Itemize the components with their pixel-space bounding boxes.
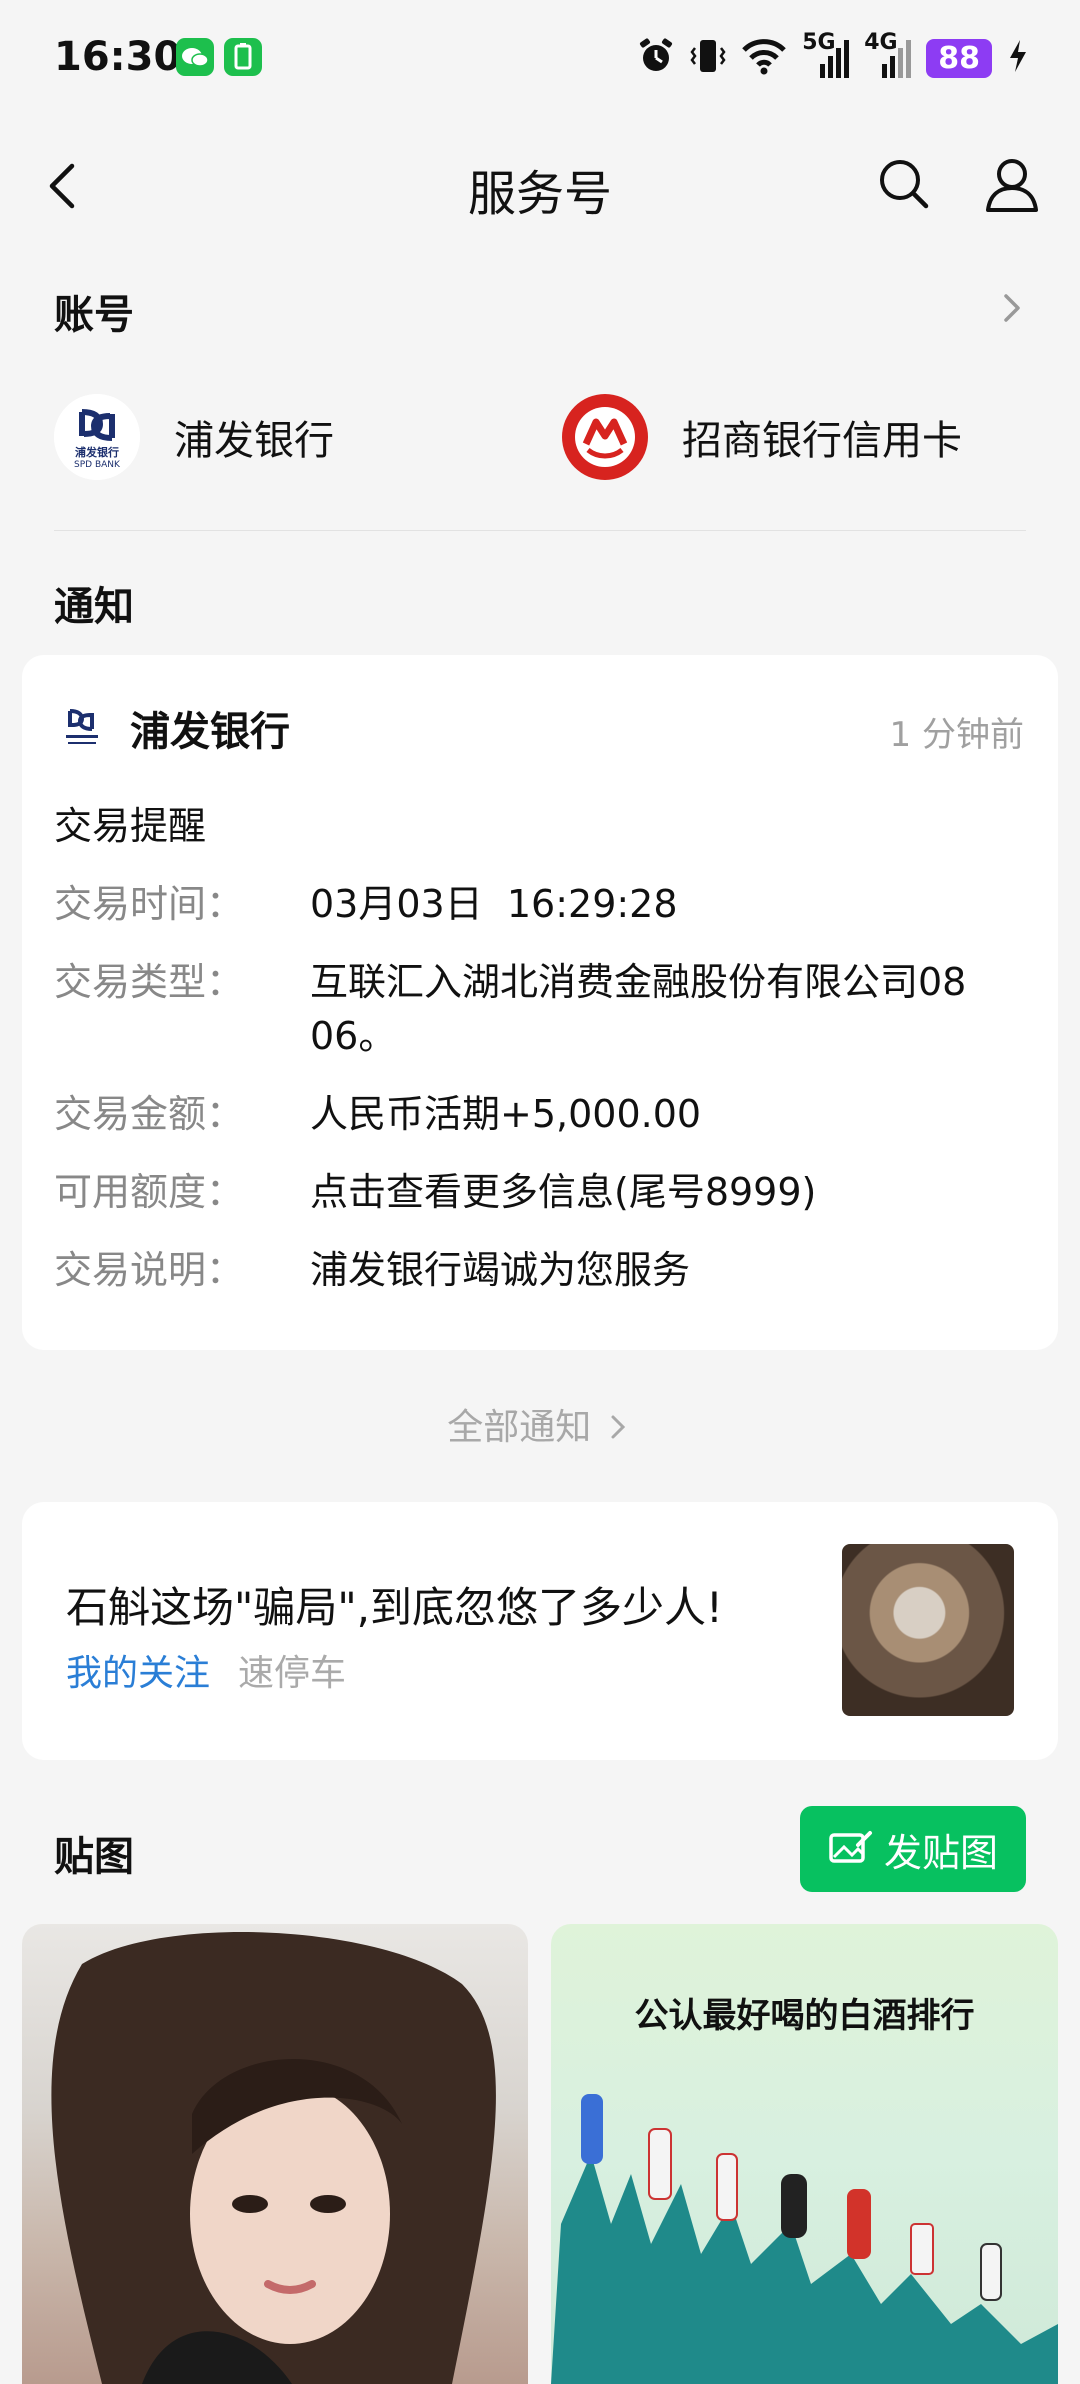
- wifi-icon: [740, 36, 788, 80]
- sticker-tile-photo[interactable]: [22, 1924, 528, 2384]
- vibrate-icon: [690, 36, 726, 80]
- wechat-notification-icon: [176, 38, 214, 76]
- all-notices-link[interactable]: 全部通知: [0, 1398, 1080, 1450]
- profile-button[interactable]: [978, 150, 1046, 218]
- notice-row-label: 交易说明：: [54, 1248, 245, 1292]
- article-title: 石斛这场"骗局",到底忽悠了多少人!: [66, 1583, 723, 1632]
- portrait-image: [51, 1931, 496, 2384]
- article-thumbnail: [842, 1544, 1014, 1716]
- account-item-cmb-credit[interactable]: 招商银行信用卡: [562, 392, 962, 482]
- notice-time: 1 分钟前: [889, 715, 1024, 755]
- notices-section-title: 通知: [54, 584, 134, 630]
- notice-row: 交易时间： 03月03日 16:29:28: [54, 877, 1034, 931]
- accounts-more-button[interactable]: [992, 288, 1032, 328]
- spdb-small-logo: [58, 703, 106, 751]
- stickers-section-title: 贴图: [54, 1834, 134, 1880]
- status-time: 16:30: [54, 34, 182, 80]
- signal-4g-icon: 4G: [864, 30, 912, 80]
- charging-icon: [1006, 38, 1030, 78]
- account-name: 浦发银行: [174, 418, 334, 464]
- notice-bank-name: 浦发银行: [130, 709, 290, 755]
- notice-heading: 交易提醒: [54, 804, 207, 848]
- status-bar: 16:30 5G 4G 88: [0, 0, 1080, 120]
- divider: [54, 530, 1026, 531]
- chevron-right-icon: [1004, 294, 1020, 322]
- notice-row-value: 03月03日 16:29:28: [310, 882, 678, 926]
- person-icon: [986, 159, 1038, 212]
- notice-row: 交易金额： 人民币活期+5,000.00: [54, 1087, 1034, 1141]
- search-icon: [880, 160, 929, 209]
- cmb-logo: [562, 394, 648, 480]
- battery-saver-icon: [224, 38, 262, 76]
- article-source: 速停车: [238, 1653, 347, 1694]
- my-follow-tag[interactable]: 我的关注: [66, 1644, 210, 1696]
- notice-row-label: 可用额度：: [54, 1170, 245, 1214]
- notice-row-value: 互联汇入湖北消费金融股份有限公司0806。: [310, 960, 967, 1058]
- accounts-section-title: 账号: [54, 292, 134, 338]
- notice-row: 可用额度： 点击查看更多信息(尾号8999): [54, 1165, 1034, 1219]
- liquor-bottles-illustration: [551, 2094, 1058, 2384]
- notice-row-label: 交易类型：: [54, 960, 245, 1004]
- notice-row-value: 人民币活期+5,000.00: [310, 1092, 702, 1136]
- battery-level: 88: [926, 38, 992, 78]
- post-sticker-button[interactable]: 发贴图: [800, 1806, 1026, 1892]
- notice-row: 交易类型： 互联汇入湖北消费金融股份有限公司0806。: [54, 955, 1034, 1063]
- nav-bar: 服务号: [0, 140, 1080, 230]
- sticker-tile-liquor-ranking[interactable]: 公认最好喝的白酒排行: [551, 1924, 1058, 2384]
- article-card[interactable]: 石斛这场"骗局",到底忽悠了多少人! 我的关注 速停车: [22, 1502, 1058, 1760]
- notice-card[interactable]: 浦发银行 1 分钟前 交易提醒 交易时间： 03月03日 16:29:28 交易…: [22, 655, 1058, 1350]
- notice-row-value: 点击查看更多信息(尾号8999): [310, 1170, 817, 1214]
- notice-row-label: 交易时间：: [54, 882, 245, 926]
- alarm-icon: [636, 36, 676, 80]
- account-item-spdb[interactable]: 浦发银行 SPD BANK 浦发银行: [54, 392, 334, 482]
- notice-row-label: 交易金额：: [54, 1092, 245, 1136]
- search-button[interactable]: [872, 152, 936, 216]
- spdb-logo: 浦发银行 SPD BANK: [54, 394, 140, 480]
- post-sticker-label: 发贴图: [883, 1830, 998, 1875]
- account-name: 招商银行信用卡: [682, 418, 962, 464]
- all-notices-label: 全部通知: [447, 1407, 592, 1448]
- notice-row-value: 浦发银行竭诚为您服务: [310, 1248, 691, 1292]
- image-post-icon: [829, 1831, 872, 1863]
- notice-row: 交易说明： 浦发银行竭诚为您服务: [54, 1243, 1034, 1297]
- signal-5g-icon: 5G: [802, 30, 850, 80]
- chevron-right-icon: [611, 1415, 625, 1439]
